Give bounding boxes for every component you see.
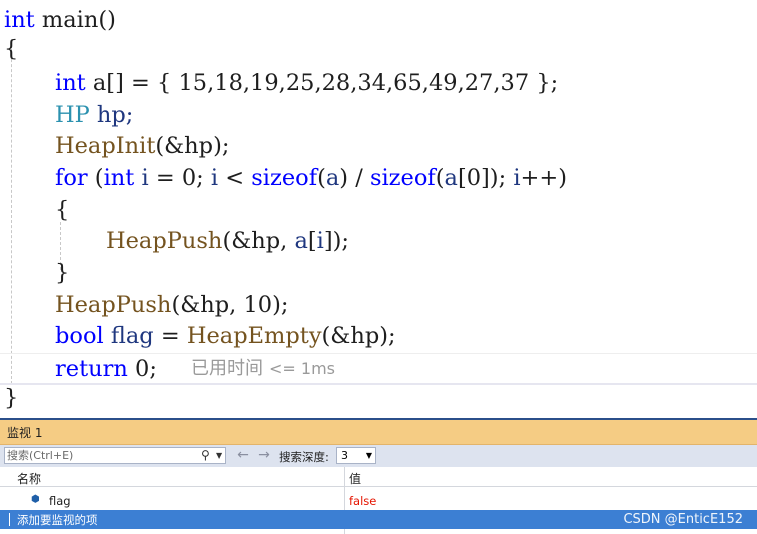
code-text: (&hp); — [155, 133, 230, 159]
variable: flag — [103, 323, 154, 349]
code-text: < — [218, 165, 252, 191]
code-text: main() — [34, 7, 116, 33]
watch-item-value[interactable]: false — [349, 494, 376, 508]
keyword: int — [55, 70, 86, 96]
watch-search-box[interactable]: ⚲ ▼ — [4, 447, 226, 464]
watch-toolbar: ⚲ ▼ ← → 搜索深度: 3 ▼ — [0, 445, 757, 467]
code-text: ) / — [339, 165, 370, 191]
indent-guide — [11, 44, 12, 384]
variable: a — [444, 165, 458, 191]
code-text: ]); — [323, 228, 349, 254]
function-name: HeapInit — [55, 133, 156, 159]
watch-item-name: flag — [49, 494, 71, 508]
keyword: bool — [55, 323, 104, 349]
column-header-value[interactable]: 值 — [349, 470, 361, 487]
code-text: ( — [87, 165, 104, 191]
code-text: a[] = { — [85, 70, 179, 96]
keyword: return — [55, 356, 128, 382]
watch-panel-title-bar[interactable]: 监视 1 — [0, 420, 757, 445]
code-line-9[interactable]: } — [55, 257, 69, 289]
type-name: HP — [55, 102, 90, 128]
watermark: CSDN @EnticE152 — [623, 512, 743, 527]
search-depth-value: 3 — [341, 449, 348, 462]
variable: i — [210, 165, 219, 191]
variable-icon: ⬢ — [31, 494, 40, 505]
variable: i — [513, 165, 521, 191]
keyword: for — [55, 165, 88, 191]
code-text: [0]); — [457, 165, 514, 191]
code-line-10[interactable]: HeapPush(&hp, 10); — [55, 289, 288, 321]
code-text: ++) — [520, 165, 568, 191]
code-text: }; — [529, 70, 559, 96]
keyword: sizeof — [251, 165, 318, 191]
code-text: = 0; — [148, 165, 211, 191]
chevron-down-icon: ▼ — [365, 451, 372, 460]
code-line-13[interactable]: } — [4, 382, 18, 414]
code-text: (&hp); — [321, 323, 396, 349]
search-depth-label: 搜索深度: — [279, 450, 329, 464]
column-header-name[interactable]: 名称 — [17, 470, 41, 487]
code-editor[interactable]: int main() { int a[] = { 15,18,19,25,28,… — [0, 0, 757, 415]
watch-search-input[interactable] — [7, 448, 195, 463]
code-line-8[interactable]: HeapPush(&hp, a[i]); — [106, 225, 349, 257]
code-line-5[interactable]: HeapInit(&hp); — [55, 130, 229, 162]
code-line-4[interactable]: HP hp; — [55, 99, 133, 131]
variable: a — [325, 165, 340, 191]
watch-panel-title: 监视 1 — [7, 426, 43, 440]
code-line-6[interactable]: for (int i = 0; i < sizeof(a) / sizeof(a… — [55, 162, 567, 194]
elapsed-time-hint: 已用时间 <= 1ms — [191, 353, 335, 385]
add-watch-item-placeholder[interactable]: 添加要监视的项 — [17, 512, 98, 528]
keyword: sizeof — [369, 165, 436, 191]
back-arrow-icon[interactable]: ← — [234, 446, 252, 464]
keyword: int — [103, 165, 135, 191]
watch-panel: 监视 1 ⚲ ▼ ← → 搜索深度: 3 ▼ 名称 值 ⬢ flag false… — [0, 418, 757, 534]
code-text: ( — [317, 165, 326, 191]
array-values: 15,18,19,25,28,34,65,49,27,37 — [178, 70, 530, 96]
watch-row[interactable]: ⬢ flag false — [0, 492, 757, 510]
code-line-7[interactable]: { — [55, 194, 69, 226]
code-line-1[interactable]: int main() — [4, 4, 116, 36]
code-text: [ — [307, 228, 317, 254]
function-name: HeapPush — [55, 292, 172, 318]
code-text: hp; — [89, 102, 134, 128]
text-caret — [9, 513, 10, 526]
search-depth-select[interactable]: 3 ▼ — [336, 447, 376, 464]
code-line-11[interactable]: bool flag = HeapEmpty(&hp); — [55, 320, 396, 352]
keyword: int — [4, 7, 35, 33]
variable: a — [294, 228, 308, 254]
code-text: = — [153, 323, 187, 349]
code-line-3[interactable]: int a[] = { 15,18,19,25,28,34,65,49,27,3… — [55, 67, 558, 99]
code-text: ( — [435, 165, 445, 191]
function-name: HeapPush — [106, 228, 223, 254]
search-icon[interactable]: ⚲ — [201, 448, 210, 463]
variable: i — [134, 165, 149, 191]
watch-grid-header: 名称 值 — [0, 467, 757, 487]
code-line-12[interactable]: return 0; — [55, 353, 157, 385]
code-text: (&hp, 10); — [171, 292, 289, 318]
forward-arrow-icon[interactable]: → — [255, 446, 273, 464]
function-name: HeapEmpty — [186, 323, 322, 349]
elapsed-value: <= 1ms — [269, 359, 335, 378]
variable: i — [316, 228, 324, 254]
elapsed-label: 已用时间 — [191, 358, 263, 379]
code-text: 0; — [127, 356, 157, 382]
code-text: (&hp, — [222, 228, 295, 254]
chevron-down-icon[interactable]: ▼ — [216, 448, 222, 463]
code-line-2[interactable]: { — [4, 33, 18, 65]
